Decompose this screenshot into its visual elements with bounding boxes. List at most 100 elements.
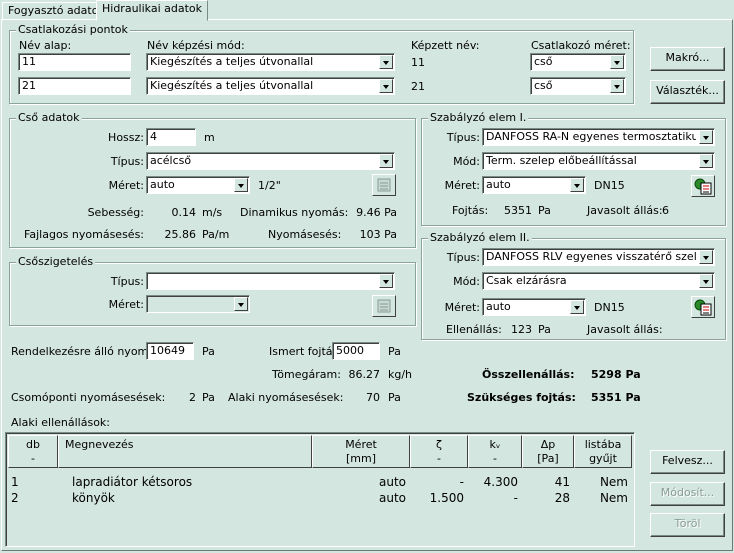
alaki-ellenallasok-label: Alaki ellenállások: bbox=[11, 416, 110, 429]
szab1-mod-label: Mód: bbox=[453, 155, 480, 168]
cso-catalog-button[interactable] bbox=[372, 174, 396, 196]
chevron-down-icon[interactable] bbox=[379, 79, 393, 93]
chevron-down-icon[interactable] bbox=[379, 55, 393, 69]
szig-tipus-label: Típus: bbox=[110, 275, 144, 288]
col-meret[interactable]: Méret [mm] bbox=[312, 435, 410, 468]
szab1-mod-select[interactable]: Term. szelep előbeállítással bbox=[482, 152, 715, 170]
rendelkezesre-unit: Pa bbox=[202, 345, 215, 358]
tab-hidraulikai-adatok[interactable]: Hidraulikai adatok bbox=[96, 0, 209, 21]
ismert-fojtas-unit: Pa bbox=[388, 345, 401, 358]
szab2-dn: DN15 bbox=[594, 301, 625, 314]
group-title: Csatlakozási pontok bbox=[16, 23, 130, 37]
col-nev-mod-label: Név képzési mód: bbox=[147, 39, 245, 52]
nev-alap-input-2[interactable]: 21 bbox=[18, 77, 131, 95]
col-kv[interactable]: kᵥ - bbox=[468, 435, 522, 468]
alaki-ellenallasok-table[interactable]: db - Megnevezés Méret [mm] ζ- kᵥ - Δp [Pa] l… bbox=[5, 432, 635, 547]
group-title: Szabályzó elem I. bbox=[428, 111, 529, 125]
szig-catalog-button[interactable] bbox=[372, 295, 396, 317]
cso-meret-inch: 1/2" bbox=[258, 179, 281, 192]
chevron-down-icon[interactable] bbox=[699, 130, 713, 144]
chevron-down-icon[interactable] bbox=[234, 178, 248, 192]
dinamikus-value: 9.46 Pa bbox=[356, 206, 397, 219]
col-listaba[interactable]: listába gyűjt bbox=[574, 435, 632, 468]
szab2-meret-label: Méret: bbox=[444, 301, 480, 314]
szab2-tipus-select[interactable]: DANFOSS RLV egyenes visszatérő szelep bbox=[482, 248, 715, 266]
sebesseg-label: Sebesség: bbox=[87, 206, 144, 219]
group-title: Cső adatok bbox=[16, 111, 82, 125]
modosit-button[interactable]: Módosít... bbox=[650, 482, 725, 506]
szab2-javasolt-label: Javasolt állás: bbox=[587, 323, 663, 336]
osszellenallas-value: 5298 Pa bbox=[591, 368, 641, 381]
szab1-javasolt-value: 6 bbox=[662, 204, 669, 217]
alaki-nyomases-value: 70 bbox=[366, 391, 380, 404]
szab1-meret-label: Méret: bbox=[444, 179, 480, 192]
col-db[interactable]: db - bbox=[8, 435, 58, 468]
szab1-meret-select[interactable]: auto bbox=[482, 176, 586, 194]
chevron-down-icon[interactable] bbox=[699, 274, 713, 288]
valve-catalog-icon bbox=[694, 299, 712, 316]
fajlagos-unit: Pa/m bbox=[202, 228, 230, 241]
szab2-catalog-button[interactable] bbox=[691, 296, 715, 318]
szab2-meret-select[interactable]: auto bbox=[482, 298, 586, 316]
fojtas-label: Fojtás: bbox=[452, 204, 489, 217]
csomoponti-label: Csomóponti nyomásesések: bbox=[11, 391, 166, 404]
chevron-down-icon[interactable] bbox=[570, 178, 584, 192]
cso-meret-select[interactable]: auto bbox=[146, 176, 250, 194]
tomegaram-value: 86.27 bbox=[348, 368, 381, 381]
tomegaram-unit: kg/h bbox=[388, 368, 413, 381]
szig-meret-select[interactable] bbox=[146, 295, 250, 313]
szab1-tipus-label: Típus: bbox=[446, 131, 480, 144]
chevron-down-icon[interactable] bbox=[379, 274, 393, 288]
torol-button[interactable]: Töröl bbox=[650, 513, 725, 537]
chevron-down-icon[interactable] bbox=[570, 300, 584, 314]
fojtas-value: 5351 bbox=[504, 204, 532, 217]
csatlakozo-meret-select-1[interactable]: cső bbox=[530, 53, 626, 71]
dinamikus-label: Dinamikus nyomás: bbox=[240, 206, 349, 219]
catalog-icon bbox=[377, 299, 391, 313]
nev-mod-select-2[interactable]: Kiegészítés a teljes útvonallal bbox=[146, 77, 395, 95]
cso-tipus-select[interactable]: acélcső bbox=[146, 152, 395, 170]
chevron-down-icon[interactable] bbox=[699, 154, 713, 168]
szab1-catalog-button[interactable] bbox=[691, 175, 715, 197]
col-nev-alap-label: Név alap: bbox=[19, 39, 72, 52]
chevron-down-icon[interactable] bbox=[234, 297, 248, 311]
nev-alap-input-1[interactable]: 11 bbox=[18, 53, 131, 71]
col-megnevezes[interactable]: Megnevezés bbox=[58, 435, 312, 468]
rendelkezesre-label: Rendelkezésre álló nyomás: bbox=[11, 345, 165, 358]
col-meret-label: Csatlakozó méret: bbox=[531, 39, 631, 52]
fajlagos-label: Fajlagos nyomásesés: bbox=[24, 228, 144, 241]
kepzett-nev-2: 21 bbox=[411, 80, 425, 93]
szab2-mod-select[interactable]: Csak elzárásra bbox=[482, 272, 715, 290]
ismert-fojtas-input[interactable]: 5000 bbox=[332, 342, 380, 360]
felvesz-button[interactable]: Felvesz... bbox=[650, 450, 725, 474]
tab-bar: Fogyasztó adatok Hidraulikai adatok bbox=[0, 0, 734, 21]
nev-mod-select-1[interactable]: Kiegészítés a teljes útvonallal bbox=[146, 53, 395, 71]
szab1-javasolt-label: Javasolt állás: bbox=[587, 204, 663, 217]
csomoponti-unit: Pa bbox=[202, 391, 215, 404]
ellenallas-unit: Pa bbox=[538, 323, 551, 336]
col-dp[interactable]: Δp [Pa] bbox=[522, 435, 574, 468]
valasztek-button[interactable]: Választék... bbox=[650, 80, 725, 104]
makro-button[interactable]: Makró... bbox=[650, 47, 725, 71]
szab2-tipus-label: Típus: bbox=[446, 251, 480, 264]
alaki-nyomases-unit: Pa bbox=[388, 391, 401, 404]
rendelkezesre-input[interactable]: 10649 bbox=[146, 342, 194, 360]
sebesseg-unit: m/s bbox=[202, 206, 223, 219]
group-title: Szabályzó elem II. bbox=[428, 231, 532, 245]
csatlakozo-meret-select-2[interactable]: cső bbox=[530, 77, 626, 95]
chevron-down-icon[interactable] bbox=[610, 79, 624, 93]
col-zeta[interactable]: ζ- bbox=[410, 435, 468, 468]
hossz-label: Hossz: bbox=[108, 131, 144, 144]
alaki-nyomases-label: Alaki nyomásesések: bbox=[228, 391, 344, 404]
chevron-down-icon[interactable] bbox=[610, 55, 624, 69]
chevron-down-icon[interactable] bbox=[379, 154, 393, 168]
szukseges-fojtas-value: 5351 Pa bbox=[591, 391, 641, 404]
szukseges-fojtas-label: Szükséges fojtás: bbox=[467, 391, 576, 404]
hossz-unit: m bbox=[204, 131, 215, 144]
szig-meret-label: Méret: bbox=[108, 298, 144, 311]
szab1-tipus-select[interactable]: DANFOSS RA-N egyenes termosztatikus szel bbox=[482, 128, 715, 146]
fajlagos-value: 25.86 bbox=[164, 228, 197, 241]
hossz-input[interactable]: 4 bbox=[146, 128, 196, 146]
szig-tipus-select[interactable] bbox=[146, 272, 395, 290]
chevron-down-icon[interactable] bbox=[699, 250, 713, 264]
